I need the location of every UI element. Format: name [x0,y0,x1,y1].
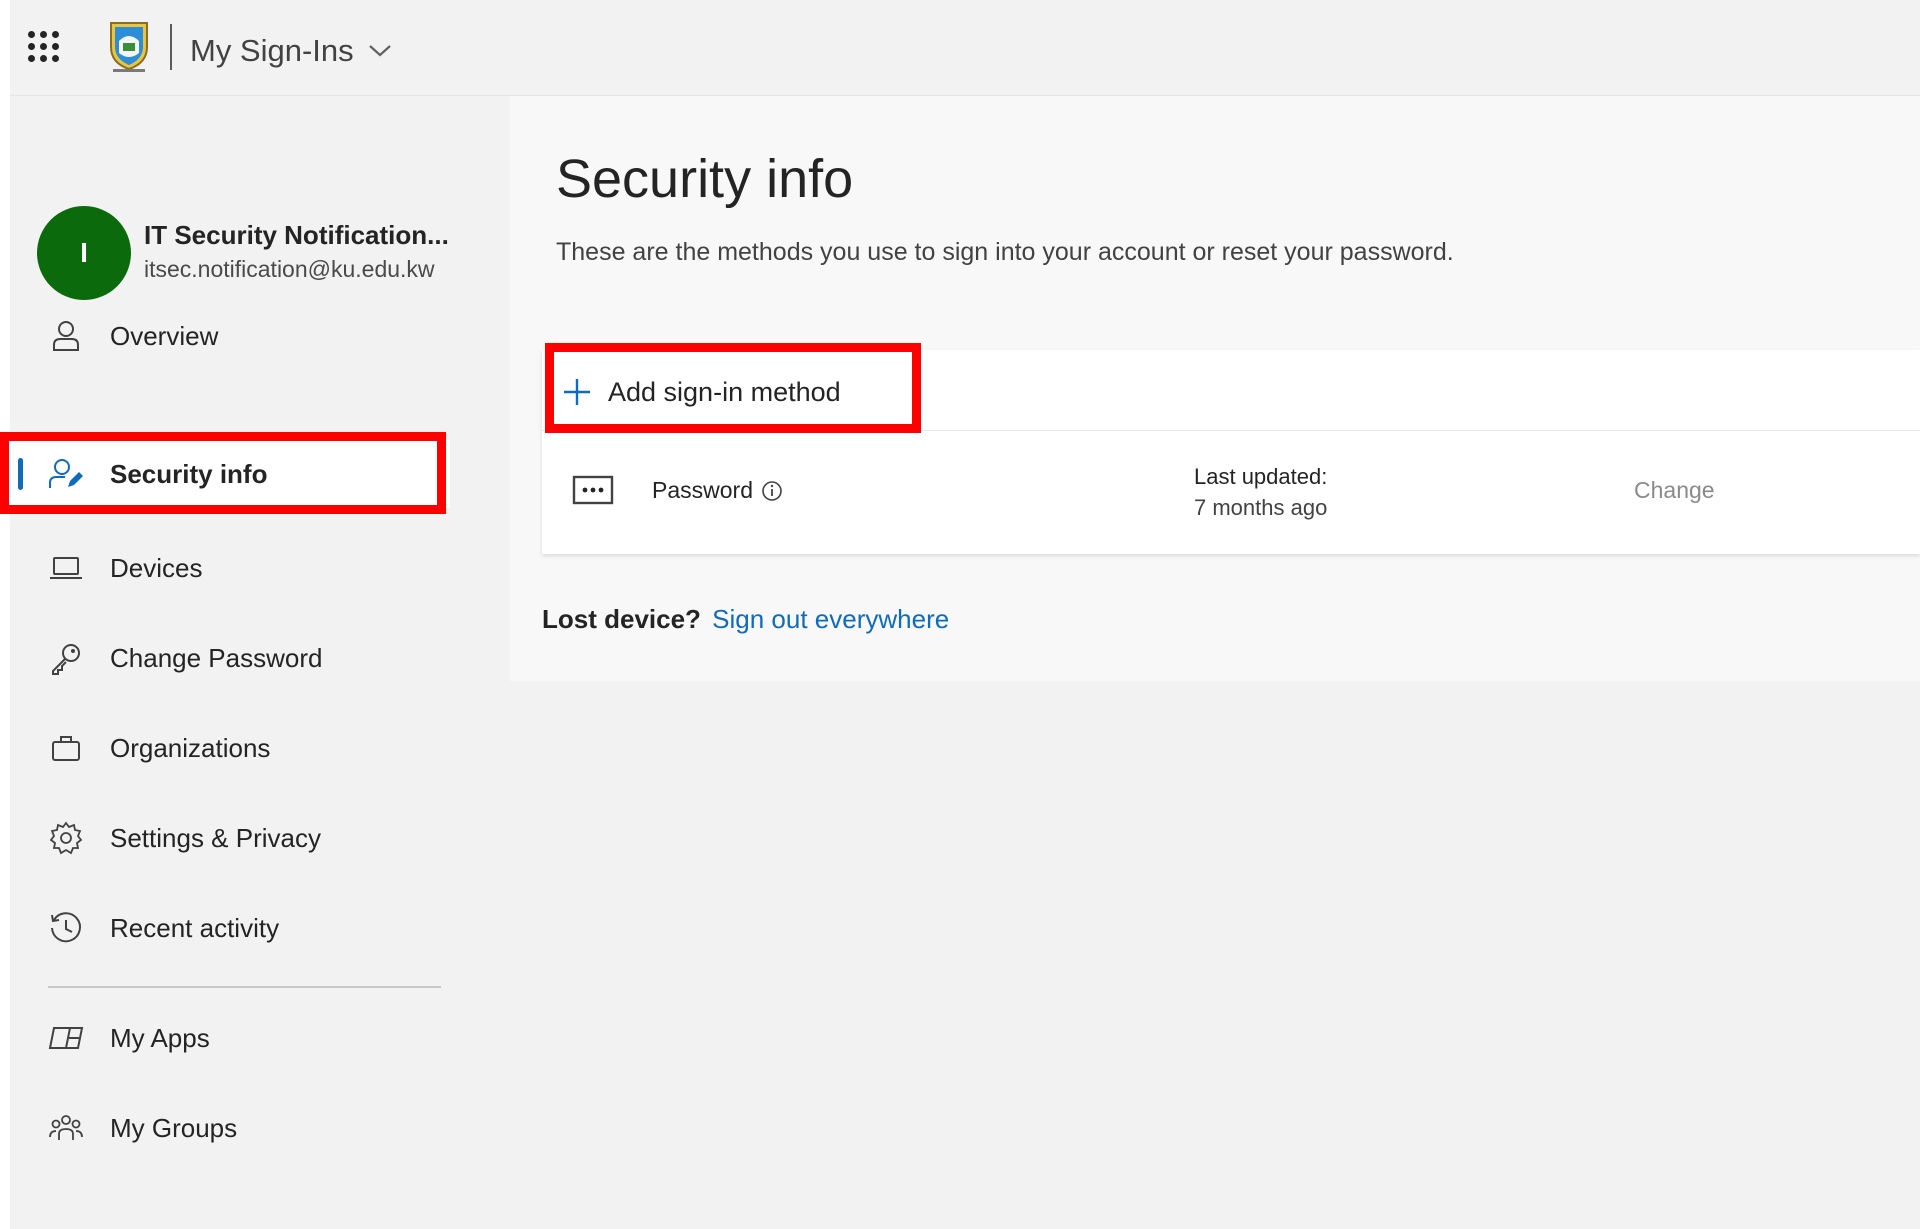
apps-icon [46,1018,86,1058]
last-updated: Last updated: 7 months ago [1194,461,1327,523]
add-sign-in-method-button[interactable]: Add sign-in method [562,372,841,412]
laptop-icon [46,548,86,588]
add-sign-in-method-label: Add sign-in method [608,376,841,407]
sidebar-item-label: Devices [110,552,203,583]
password-icon [572,475,614,505]
sidebar-item-my-apps[interactable]: My Apps [10,1000,450,1076]
main-content: Security info These are the methods you … [510,96,1920,681]
sidebar-item-label: Security info [110,458,268,489]
user-email: itsec.notification@ku.edu.kw [144,256,435,282]
sidebar-item-recent-activity[interactable]: Recent activity [10,890,450,966]
sidebar-item-label: Change Password [110,642,323,673]
organization-logo[interactable] [105,19,153,73]
plus-icon [564,379,590,405]
sidebar-item-label: Overview [110,320,219,351]
key-icon [46,638,86,678]
app-window: My Sign-Ins I IT Security Notification..… [0,0,1920,1229]
card-header: Add sign-in method [542,350,1920,431]
method-name: Password [652,477,783,504]
info-icon[interactable] [761,480,783,502]
header-divider [170,24,172,70]
sidebar-item-label: Recent activity [110,912,280,943]
last-updated-label: Last updated: [1194,464,1328,489]
method-name-label: Password [652,477,753,503]
app-launcher-icon[interactable] [28,31,59,62]
sidebar-item-organizations[interactable]: Organizations [10,710,450,786]
sidebar-item-security-info[interactable]: Security info [10,440,450,508]
gear-icon [46,818,86,858]
lost-device: Lost device? Sign out everywhere [542,604,949,635]
sign-in-methods-card: Add sign-in method Password Last updated… [542,350,1920,554]
sidebar-item-label: My Groups [110,1112,238,1143]
change-password-link[interactable]: Change [1634,477,1715,504]
app-title-menu[interactable]: My Sign-Ins [190,31,392,71]
last-updated-value: 7 months ago [1194,495,1328,520]
people-group-icon [46,1108,86,1148]
sidebar-item-label: Organizations [110,732,271,763]
briefcase-icon [46,728,86,768]
sidebar-item-settings-privacy[interactable]: Settings & Privacy [10,800,450,876]
sidebar: I IT Security Notification... itsec.noti… [0,96,510,1229]
chevron-down-icon [368,45,391,57]
page-title: Security info [556,149,854,209]
person-edit-icon [46,454,86,494]
page-description: These are the methods you use to sign in… [556,238,1454,266]
top-bar: My Sign-Ins [10,0,1920,96]
app-title: My Sign-Ins [190,33,354,68]
avatar-initial: I [80,237,88,268]
lost-device-question: Lost device? [542,604,701,634]
sidebar-item-change-password[interactable]: Change Password [10,620,450,696]
sign-out-everywhere-link[interactable]: Sign out everywhere [712,604,949,634]
user-name: IT Security Notification... [144,220,449,250]
sidebar-item-devices[interactable]: Devices [10,530,450,606]
table-row: Password Last updated: 7 months ago Chan… [542,431,1920,554]
person-icon [46,316,86,356]
history-icon [46,908,86,948]
active-indicator [18,458,23,490]
sidebar-item-label: My Apps [110,1022,210,1053]
sidebar-item-label: Settings & Privacy [110,822,321,853]
sidebar-item-overview[interactable]: Overview [10,298,450,374]
sidebar-item-my-groups[interactable]: My Groups [10,1090,450,1166]
sidebar-divider [48,986,441,988]
avatar[interactable]: I [37,206,131,300]
